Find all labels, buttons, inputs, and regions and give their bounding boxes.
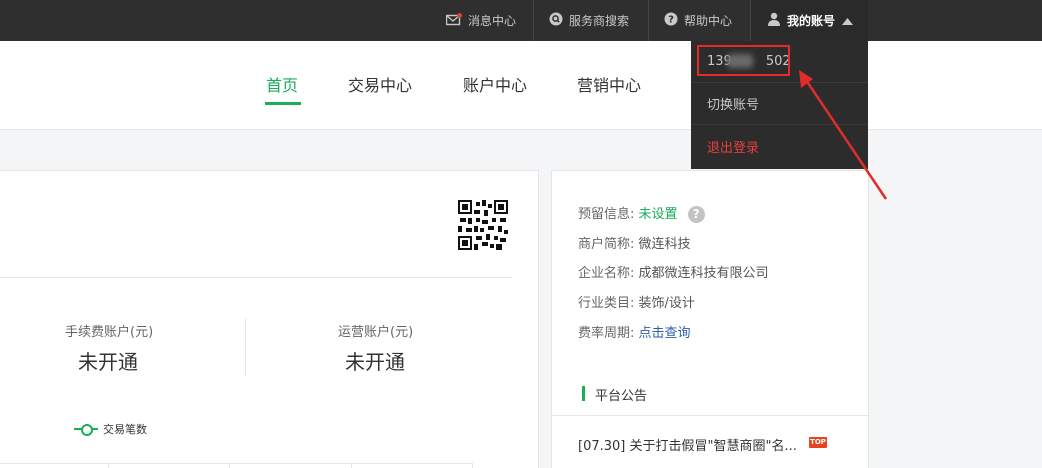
logout-item[interactable]: 退出登录 bbox=[691, 125, 868, 167]
ops-account-value: 未开通 bbox=[345, 350, 405, 374]
nav-trade-center[interactable]: 交易中心 bbox=[348, 72, 412, 96]
table-header bbox=[0, 463, 473, 468]
switch-account-item[interactable]: 切换账号 bbox=[691, 83, 868, 125]
fee-account-label: 手续费账户(元) bbox=[65, 325, 154, 340]
divider bbox=[229, 463, 230, 468]
divider bbox=[552, 415, 868, 416]
divider bbox=[351, 463, 352, 468]
ops-account-label: 运营账户(元) bbox=[338, 325, 414, 340]
notice-item[interactable]: [07.30] 关于打击假冒"智慧商圈"名... bbox=[578, 435, 797, 454]
company-name-row: 企业名称: 成都微连科技有限公司 bbox=[578, 266, 769, 281]
nav-home[interactable]: 首页 bbox=[266, 72, 298, 96]
caret-up-icon bbox=[842, 14, 854, 28]
divider bbox=[648, 0, 649, 41]
help-icon: ? bbox=[664, 12, 678, 29]
provider-search-link[interactable]: 服务商搜索 bbox=[549, 0, 629, 41]
notice-title: 平台公告 bbox=[595, 389, 648, 404]
chart-legend[interactable]: 交易笔数 bbox=[74, 421, 147, 437]
rate-period-row: 费率周期: 点击查询 bbox=[578, 326, 691, 341]
divider bbox=[472, 463, 473, 468]
divider bbox=[0, 277, 512, 278]
rate-query-link[interactable]: 点击查询 bbox=[639, 326, 691, 341]
divider bbox=[245, 318, 246, 376]
messages-link[interactable]: 消息中心 bbox=[445, 0, 516, 41]
divider bbox=[533, 0, 534, 41]
fee-account-value: 未开通 bbox=[78, 350, 138, 374]
legend-line-icon bbox=[74, 423, 98, 436]
top-badge: TOP bbox=[809, 437, 827, 448]
nav-account-center[interactable]: 账户中心 bbox=[463, 72, 527, 96]
reserved-info-link[interactable]: 未设置 bbox=[639, 207, 678, 222]
active-tab-indicator bbox=[265, 102, 301, 105]
reserved-info-row: 预留信息: 未设置 ? bbox=[578, 203, 705, 223]
svg-text:?: ? bbox=[668, 15, 674, 26]
question-icon[interactable]: ? bbox=[687, 206, 705, 223]
industry-row: 行业类目: 装饰/设计 bbox=[578, 296, 695, 311]
nav-marketing-center[interactable]: 营销中心 bbox=[577, 72, 641, 96]
short-name-row: 商户简称: 微连科技 bbox=[578, 237, 691, 252]
top-bar: 消息中心 服务商搜索 ? 帮助中心 我的账号 bbox=[0, 0, 1042, 41]
highlight-box bbox=[697, 45, 790, 76]
qr-code-icon[interactable] bbox=[458, 200, 508, 250]
main-nav: 首页 交易中心 账户中心 营销中心 bbox=[0, 41, 1042, 130]
help-center-link[interactable]: ? 帮助中心 bbox=[664, 0, 732, 41]
user-icon bbox=[767, 12, 781, 29]
divider bbox=[108, 463, 109, 468]
message-icon bbox=[445, 12, 462, 29]
my-account-menu[interactable]: 我的账号 bbox=[751, 0, 868, 41]
notice-accent-bar bbox=[582, 386, 585, 401]
search-icon bbox=[549, 12, 563, 29]
